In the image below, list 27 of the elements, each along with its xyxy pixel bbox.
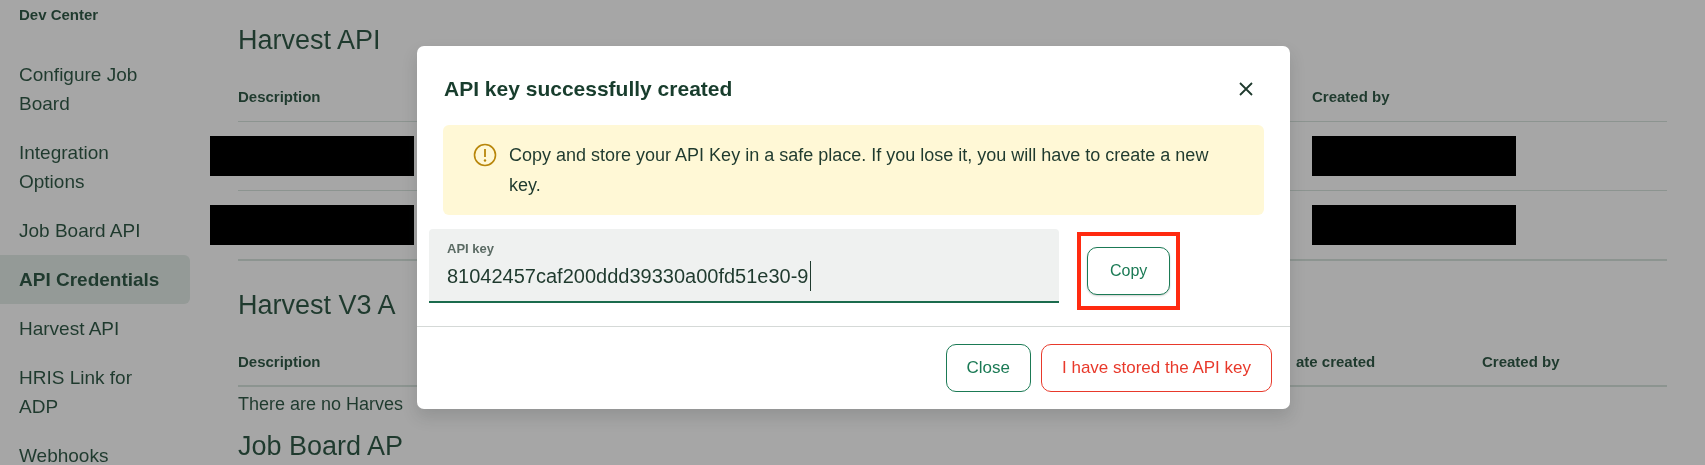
column-header: Created by <box>1482 352 1560 370</box>
column-header: Description <box>238 88 321 105</box>
copy-button[interactable]: Copy <box>1087 247 1171 296</box>
sidebar-item[interactable]: Job Board API <box>0 206 190 255</box>
confirm-button[interactable]: I have stored the API key <box>1041 344 1272 392</box>
column-header: ate created <box>1296 352 1376 370</box>
field-label: API key <box>447 240 495 259</box>
section-heading: Job Board AP <box>238 430 404 463</box>
field-value: 81042457caf200ddd39330a00fd51e30-9 <box>447 260 812 291</box>
sidebar-heading: Dev Center <box>18 5 100 25</box>
sidebar-item[interactable]: API Credentials <box>0 255 190 304</box>
section-heading: Harvest API <box>238 24 381 57</box>
close-icon[interactable] <box>1238 80 1254 97</box>
close-button[interactable]: Close <box>945 344 1031 392</box>
empty-message: There are no Harves <box>238 393 405 416</box>
sidebar-item[interactable]: HRIS Link for ADP <box>0 353 190 431</box>
api-key-field[interactable]: API key 81042457caf200ddd39330a00fd51e30-9 <box>429 229 1059 304</box>
sidebar-item[interactable]: Webhooks <box>0 431 190 465</box>
modal-title: API key successfully created <box>444 76 733 102</box>
sidebar-item[interactable]: Harvest API <box>0 304 190 353</box>
warning-icon <box>473 143 497 168</box>
alert-text: Copy and store your API Key in a safe place. If you lose it, you will have to create a new key. <box>509 144 1209 198</box>
column-header: Created by <box>1312 88 1390 105</box>
section-heading: Harvest V3 A <box>238 288 396 322</box>
sidebar-item[interactable]: Configure Job Board <box>0 50 190 128</box>
column-header: Description <box>238 352 321 370</box>
sidebar-item[interactable]: Integration Options <box>0 128 190 206</box>
